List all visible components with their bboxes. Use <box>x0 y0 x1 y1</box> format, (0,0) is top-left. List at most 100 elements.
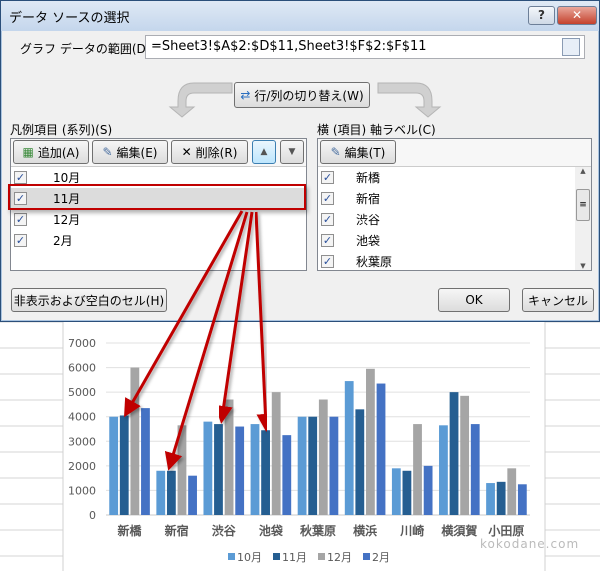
help-button[interactable]: ? <box>528 6 555 25</box>
highlight-box <box>8 184 306 210</box>
bar-11月-川崎 <box>402 470 412 515</box>
bar-12月-横浜 <box>366 368 375 515</box>
bar-10月-新橋 <box>109 416 119 515</box>
series-list[interactable]: ✓ 10月 ✓ 11月 ✓ 12月 ✓ 2月 <box>11 167 306 270</box>
x-tick-label: 小田原 <box>488 523 524 538</box>
watermark: kokodane.com <box>480 537 579 551</box>
checkbox[interactable]: ✓ <box>14 171 27 184</box>
axis-labels-list[interactable]: ✓ 新橋 ✓ 新宿 ✓ 渋谷 ✓ 池袋 ✓ 秋葉原 <box>318 167 576 270</box>
bar-11月-池袋 <box>261 430 270 515</box>
title-bar: データ ソースの選択 <box>1 1 599 31</box>
bar-10月-池袋 <box>250 424 260 515</box>
bar-12月-渋谷 <box>224 399 234 515</box>
series-item[interactable]: ✓ 2月 <box>11 230 306 251</box>
y-tick-label: 4000 <box>68 411 96 424</box>
add-series-button[interactable]: ▦ 追加(A) <box>13 140 89 164</box>
series-item-label: 2月 <box>53 234 73 248</box>
range-label: グラフ データの範囲(D): <box>20 42 155 56</box>
range-input[interactable]: =Sheet3!$A$2:$D$11,Sheet3!$F$2:$F$11 <box>145 35 585 59</box>
switch-row-column-button[interactable]: ⇄ 行/列の切り替え(W) <box>234 82 370 108</box>
bar-10月-横浜 <box>344 381 354 515</box>
close-button[interactable]: ✕ <box>557 6 597 25</box>
hidden-empty-cells-button[interactable]: 非表示および空白のセル(H) <box>11 288 167 312</box>
bar-10月-秋葉原 <box>297 416 307 515</box>
axis-labels-section-label: 横 (項目) 軸ラベル(C) <box>317 123 436 137</box>
legend-swatch <box>228 553 235 560</box>
bar-10月-横須賀 <box>439 425 448 515</box>
category-item-label: 池袋 <box>356 234 381 248</box>
category-item-label: 渋谷 <box>356 213 381 227</box>
x-tick-label: 横須賀 <box>441 523 477 538</box>
y-tick-label: 1000 <box>68 484 96 497</box>
bar-10月-渋谷 <box>203 421 213 515</box>
checkbox[interactable]: ✓ <box>321 192 334 205</box>
bar-2月-横浜 <box>376 383 386 515</box>
right-curved-arrow-icon <box>377 82 442 118</box>
x-tick-label: 渋谷 <box>212 523 237 538</box>
checkbox[interactable]: ✓ <box>321 255 334 268</box>
legend-label: 12月 <box>327 551 352 564</box>
edit-axis-labels-button[interactable]: ✎ 編集(T) <box>320 140 396 164</box>
legend-label: 10月 <box>237 551 262 564</box>
checkbox[interactable]: ✓ <box>14 234 27 247</box>
category-item[interactable]: ✓ 池袋 <box>318 230 576 251</box>
category-item[interactable]: ✓ 秋葉原 <box>318 251 576 270</box>
category-item-label: 秋葉原 <box>356 255 393 269</box>
bar-11月-新宿 <box>166 470 176 515</box>
legend-swatch <box>363 553 370 560</box>
x-tick-label: 新橋 <box>118 523 143 538</box>
checkbox[interactable]: ✓ <box>14 213 27 226</box>
series-item-label: 12月 <box>53 213 81 227</box>
checkbox[interactable]: ✓ <box>321 213 334 226</box>
edit-series-button[interactable]: ✎ 編集(E) <box>92 140 168 164</box>
switch-icon: ⇄ <box>240 88 251 102</box>
x-tick-label: 秋葉原 <box>300 523 336 538</box>
bar-2月-小田原 <box>517 484 527 515</box>
bar-12月-小田原 <box>507 468 517 515</box>
checkbox[interactable]: ✓ <box>321 171 334 184</box>
bar-11月-秋葉原 <box>308 416 318 515</box>
category-item[interactable]: ✓ 新橋 <box>318 167 576 188</box>
bar-2月-新橋 <box>141 408 150 515</box>
bar-11月-小田原 <box>496 481 506 515</box>
bar-2月-秋葉原 <box>329 416 339 515</box>
ok-button[interactable]: OK <box>438 288 510 312</box>
category-item[interactable]: ✓ 渋谷 <box>318 209 576 230</box>
scroll-thumb[interactable]: ≡ <box>576 189 590 221</box>
edit-icon: ✎ <box>330 145 341 159</box>
checkbox[interactable]: ✓ <box>321 234 334 247</box>
collapse-dialog-icon[interactable] <box>562 38 580 56</box>
move-up-button[interactable]: ▲ <box>252 140 276 164</box>
category-item[interactable]: ✓ 新宿 <box>318 188 576 209</box>
bar-11月-新橋 <box>119 415 129 515</box>
series-section-label: 凡例項目 (系列)(S) <box>10 123 113 137</box>
y-tick-label: 2000 <box>68 460 96 473</box>
move-down-button[interactable]: ▼ <box>280 140 304 164</box>
series-item[interactable]: ✓ 12月 <box>11 209 306 230</box>
bar-10月-小田原 <box>486 483 495 515</box>
select-data-source-dialog: データ ソースの選択 ? ✕ グラフ データの範囲(D): =Sheet3!$A… <box>0 0 600 322</box>
cancel-button[interactable]: キャンセル <box>522 288 594 312</box>
bar-12月-池袋 <box>271 392 281 515</box>
scroll-down-icon[interactable]: ▼ <box>575 262 591 270</box>
category-item-label: 新橋 <box>356 171 381 185</box>
legend-label: 11月 <box>282 551 307 564</box>
x-tick-label: 新宿 <box>165 523 189 538</box>
x-tick-label: 池袋 <box>259 523 284 538</box>
scroll-up-icon[interactable]: ▲ <box>575 167 591 175</box>
bar-12月-新橋 <box>130 367 140 515</box>
scrollbar[interactable]: ▲ ≡ ▼ <box>575 167 591 270</box>
y-tick-label: 7000 <box>68 337 96 350</box>
delete-series-button[interactable]: ✕ 削除(R) <box>171 140 248 164</box>
edit-icon: ✎ <box>102 145 113 159</box>
bar-2月-池袋 <box>282 435 292 515</box>
bar-2月-川崎 <box>423 465 433 515</box>
bar-12月-秋葉原 <box>318 399 328 515</box>
dialog-title: データ ソースの選択 <box>9 10 130 26</box>
category-item-label: 新宿 <box>356 192 381 206</box>
bar-2月-渋谷 <box>235 426 245 515</box>
legend-label: 2月 <box>372 551 390 564</box>
y-tick-label: 3000 <box>68 435 96 448</box>
delete-icon: ✕ <box>181 145 192 159</box>
y-tick-label: 6000 <box>68 362 96 375</box>
